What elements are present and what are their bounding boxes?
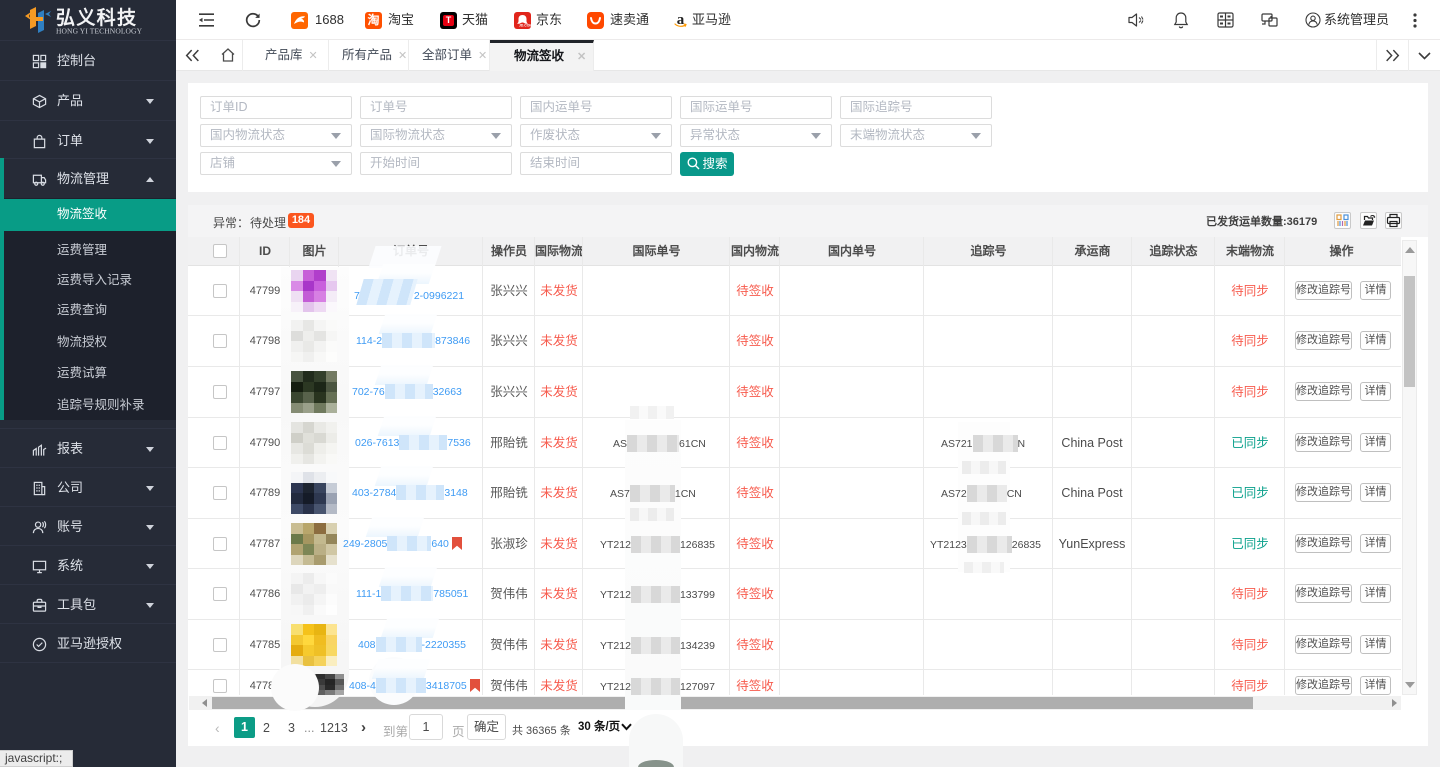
svg-text:HONG YI TECHNOLOGY: HONG YI TECHNOLOGY xyxy=(56,27,143,36)
svg-text:JD.COM: JD.COM xyxy=(519,24,531,28)
